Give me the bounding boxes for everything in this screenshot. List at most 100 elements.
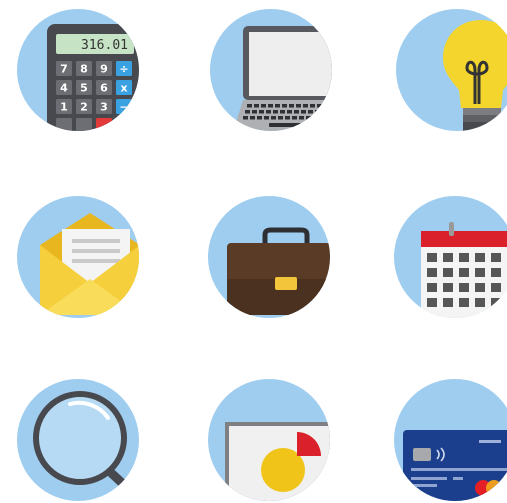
laptop-key <box>285 116 290 120</box>
calendar-icon <box>393 195 507 320</box>
calculator-key-label: x <box>120 82 127 95</box>
calculator-key-label: 3 <box>100 101 108 114</box>
bulb-base <box>463 122 501 131</box>
calendar-day <box>443 298 453 307</box>
card-line <box>411 484 437 487</box>
laptop-key <box>275 104 280 108</box>
laptop-key <box>261 104 266 108</box>
calendar-day <box>427 298 437 307</box>
calculator-key-label: 6 <box>100 82 108 95</box>
calendar-day <box>427 253 437 262</box>
laptop-key <box>271 116 276 120</box>
calculator-display-value: 316.01 <box>81 38 128 53</box>
calendar-day <box>427 283 437 292</box>
laptop-key <box>289 104 294 108</box>
laptop-key <box>278 116 283 120</box>
calendar-day <box>491 298 501 307</box>
calendar-day <box>427 268 437 277</box>
laptop-key <box>257 116 262 120</box>
laptop-key <box>313 116 318 120</box>
laptop-key <box>327 116 332 120</box>
laptop-key <box>317 104 322 108</box>
calculator-key <box>116 118 132 131</box>
calendar-day <box>475 268 485 277</box>
calculator-icon: 316.01 7 8 9 ÷ 4 5 6 x 1 2 3− <box>16 8 141 133</box>
laptop-key <box>280 110 285 114</box>
envelope-icon <box>16 195 141 320</box>
laptop-key <box>273 110 278 114</box>
calculator-key-label: 5 <box>80 82 88 95</box>
laptop-key <box>308 110 313 114</box>
chart-report-icon <box>207 378 332 503</box>
calendar-header <box>421 231 507 247</box>
calendar-day <box>475 253 485 262</box>
calculator-key-label: − <box>119 101 128 114</box>
laptop-key <box>268 104 273 108</box>
calendar-ring <box>449 222 454 236</box>
magnifier-icon <box>16 378 141 503</box>
calculator-key <box>76 118 92 131</box>
calendar-day <box>459 268 469 277</box>
laptop-key <box>282 104 287 108</box>
calendar-day <box>443 268 453 277</box>
laptop-key <box>301 110 306 114</box>
laptop-key <box>294 110 299 114</box>
calendar-day <box>491 268 501 277</box>
calendar-day <box>491 253 501 262</box>
lightbulb-icon <box>395 8 507 133</box>
laptop-key <box>310 104 315 108</box>
laptop-key <box>320 116 325 120</box>
bulb-base <box>463 108 501 115</box>
laptop-key <box>296 104 301 108</box>
card-line <box>411 477 447 480</box>
card-number-line <box>411 468 507 471</box>
letter-line <box>72 239 120 243</box>
laptop-key <box>250 116 255 120</box>
laptop-key <box>331 104 332 108</box>
laptop-key <box>266 110 271 114</box>
calculator-key <box>56 118 72 131</box>
laptop-key <box>292 116 297 120</box>
credit-card-icon <box>393 378 507 503</box>
calculator-key-label: 2 <box>80 101 88 114</box>
calculator-key-label: ÷ <box>119 63 128 76</box>
calculator-key-label: 4 <box>60 82 68 95</box>
calendar-day <box>475 283 485 292</box>
laptop-key <box>247 104 252 108</box>
card-line <box>453 477 463 480</box>
magnifier-lens <box>33 391 127 485</box>
calendar-day <box>475 298 485 307</box>
briefcase-lock <box>275 277 297 290</box>
laptop-icon <box>209 8 334 133</box>
laptop-key <box>306 116 311 120</box>
letter-line <box>72 249 120 253</box>
calendar-day <box>443 253 453 262</box>
calendar-day <box>459 253 469 262</box>
laptop-screen <box>249 32 332 96</box>
letter-line <box>72 259 120 263</box>
calculator-key-label: 9 <box>100 63 108 76</box>
calculator-key <box>96 118 112 131</box>
calendar-day <box>443 283 453 292</box>
laptop-key <box>299 116 304 120</box>
laptop-key <box>243 116 248 120</box>
laptop-trackpad <box>269 123 301 127</box>
card-line <box>479 440 501 443</box>
calendar-day <box>459 298 469 307</box>
calculator-key-label: 8 <box>80 63 88 76</box>
laptop-key <box>287 110 292 114</box>
calendar-day <box>491 283 501 292</box>
briefcase-icon <box>207 195 332 320</box>
calendar-day <box>459 283 469 292</box>
laptop-key <box>259 110 264 114</box>
bulb-base <box>463 115 501 122</box>
laptop-key <box>329 110 332 114</box>
laptop-key <box>264 116 269 120</box>
laptop-key <box>322 110 327 114</box>
laptop-key <box>245 110 250 114</box>
calculator-key-label: 1 <box>60 101 68 114</box>
laptop-key <box>303 104 308 108</box>
card-brand-logo <box>486 480 502 496</box>
calculator-key-label: 7 <box>60 63 68 76</box>
laptop-key <box>254 104 259 108</box>
